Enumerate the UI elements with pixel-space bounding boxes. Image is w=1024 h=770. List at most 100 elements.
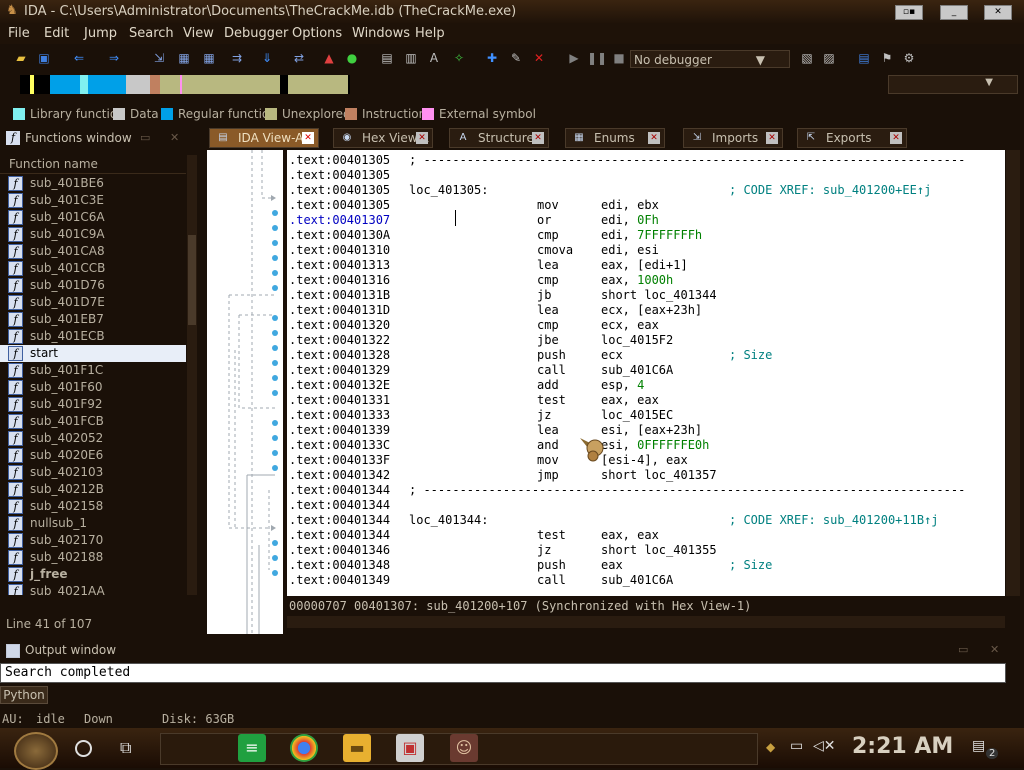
ida-taskbar-icon[interactable]: ▣ xyxy=(396,734,424,762)
string-icon[interactable]: A xyxy=(425,49,443,67)
disassembly-line[interactable]: .text:00401305 mov edi, ebx xyxy=(287,198,1005,213)
function-list-item[interactable]: f sub_401F60 xyxy=(0,379,186,396)
disassembly-line[interactable]: .text:0040133F mov [esi-4], eax xyxy=(287,453,1005,468)
attach-icon[interactable]: ▧ xyxy=(798,49,816,67)
disassembly-line[interactable]: .text:0040131B jb short loc_401344 xyxy=(287,288,1005,303)
disassembly-line[interactable]: .text:00401313 lea eax, [edi+1] xyxy=(287,258,1005,273)
xref-icon[interactable]: ⇄ xyxy=(290,49,308,67)
green-circle-icon[interactable]: ● xyxy=(343,49,361,67)
portrait-app-icon[interactable]: ☺ xyxy=(450,734,478,762)
close-icon[interactable]: ✕ xyxy=(890,132,902,144)
menu-edit[interactable]: Edit xyxy=(44,26,69,41)
search-binary-icon[interactable]: ▦ xyxy=(175,49,193,67)
cortana-icon[interactable] xyxy=(75,740,92,757)
code-icon[interactable]: ▤ xyxy=(378,49,396,67)
tab-structures[interactable]: A Structures ✕ xyxy=(449,128,549,148)
settings-icon[interactable]: ⚙ xyxy=(900,49,918,67)
disassembly-line[interactable]: .text:00401316 cmp eax, 1000h xyxy=(287,273,1005,288)
function-list-item[interactable]: f sub_40212B xyxy=(0,481,186,498)
float-icon[interactable]: ▭ xyxy=(958,643,968,656)
network-icon[interactable]: ▭ xyxy=(790,738,803,754)
disassembly-line[interactable]: .text:0040131D lea ecx, [eax+23h] xyxy=(287,303,1005,318)
tab-hex-view-1[interactable]: ◉ Hex View-1 ✕ xyxy=(333,128,433,148)
function-list-item[interactable]: f sub_401C3E xyxy=(0,192,186,209)
delete-icon[interactable]: ✕ xyxy=(530,49,548,67)
add-breakpoint-icon[interactable]: ✚ xyxy=(483,49,501,67)
function-list-item[interactable]: f sub_401D76 xyxy=(0,277,186,294)
functions-scrollbar[interactable] xyxy=(187,155,197,595)
python-button[interactable]: Python xyxy=(0,686,48,704)
function-list-item[interactable]: f sub_401F1C xyxy=(0,362,186,379)
volume-muted-icon[interactable]: ◁✕ xyxy=(813,738,836,754)
disassembly-line[interactable]: .text:00401346 jz short loc_401355 xyxy=(287,543,1005,558)
debugger-select[interactable]: No debugger ▼ xyxy=(630,50,790,68)
disassembly-line[interactable]: .text:00401349 call sub_401C6A xyxy=(287,573,1005,588)
function-list-item[interactable]: f sub_401D7E xyxy=(0,294,186,311)
function-list-item[interactable]: f sub_402103 xyxy=(0,464,186,481)
disassembly-view[interactable]: .text:00401305 ; ------------------------… xyxy=(287,150,1005,596)
jump-icon[interactable]: ⇲ xyxy=(150,49,168,67)
menu-view[interactable]: View xyxy=(183,26,214,41)
close-icon[interactable]: ✕ xyxy=(648,132,660,144)
minimize-button[interactable]: _ xyxy=(940,5,968,20)
back-arrow-icon[interactable]: ⇐ xyxy=(70,49,88,67)
stop-icon[interactable]: ■ xyxy=(610,49,628,67)
forward-arrow-icon[interactable]: ⇒ xyxy=(105,49,123,67)
close-icon[interactable]: ✕ xyxy=(532,132,544,144)
navigation-band[interactable] xyxy=(20,75,880,94)
open-icon[interactable]: ▰ xyxy=(12,49,30,67)
disassembly-line[interactable]: .text:00401344 ; ------------------------… xyxy=(287,483,1005,498)
disassembly-line[interactable]: .text:0040133C and esi, 0FFFFFFE0h xyxy=(287,438,1005,453)
tray-icon[interactable]: ◆ xyxy=(766,740,775,754)
disassembly-line[interactable]: .text:00401342 jmp short loc_401357 xyxy=(287,468,1005,483)
disassembly-line[interactable]: .text:00401305 xyxy=(287,168,1005,183)
disassembly-line[interactable]: .text:00401305 ; ------------------------… xyxy=(287,153,1005,168)
start-button[interactable] xyxy=(14,732,58,770)
pause-icon[interactable]: ❚❚ xyxy=(587,49,607,67)
menu-debugger[interactable]: Debugger xyxy=(224,26,288,41)
tab-exports[interactable]: ⇱ Exports ✕ xyxy=(797,128,907,148)
disassembly-line[interactable]: .text:00401339 lea esi, [eax+23h] xyxy=(287,423,1005,438)
title-extra-button[interactable]: ▫▪ xyxy=(895,5,923,20)
warning-icon[interactable]: ▲ xyxy=(320,49,338,67)
close-icon[interactable]: ✕ xyxy=(302,132,314,144)
chrome-icon[interactable] xyxy=(290,734,318,762)
task-view-icon[interactable]: ⧉ xyxy=(120,738,131,758)
function-list-item[interactable]: f sub_402052 xyxy=(0,430,186,447)
notification-icon[interactable]: ▤ xyxy=(972,738,985,754)
function-list-item[interactable]: f start xyxy=(0,345,186,362)
data-icon[interactable]: ▥ xyxy=(402,49,420,67)
disassembly-line[interactable]: .text:00401305 loc_401305: ; CODE XREF: su… xyxy=(287,183,1005,198)
search-next-icon[interactable]: ⇉ xyxy=(228,49,246,67)
save-icon[interactable]: ▣ xyxy=(35,49,53,67)
function-list-item[interactable]: f sub_402170 xyxy=(0,532,186,549)
help-icon[interactable]: ⚑ xyxy=(878,49,896,67)
menu-jump[interactable]: Jump xyxy=(84,26,117,41)
menu-search[interactable]: Search xyxy=(129,26,174,41)
detach-icon[interactable]: ▨ xyxy=(820,49,838,67)
function-list-item[interactable]: f sub_401CA8 xyxy=(0,243,186,260)
disassembly-hscrollbar[interactable] xyxy=(287,616,1005,628)
windows-list-icon[interactable]: ▤ xyxy=(855,49,873,67)
disassembly-line[interactable]: .text:00401331 test eax, eax xyxy=(287,393,1005,408)
close-button[interactable]: ✕ xyxy=(984,5,1012,20)
navigation-band-dropdown[interactable]: ▼ xyxy=(888,75,1018,94)
function-list-item[interactable]: f sub_401BE6 xyxy=(0,175,186,192)
file-explorer-icon[interactable]: ▬ xyxy=(343,734,371,762)
menu-windows[interactable]: Windows xyxy=(352,26,410,41)
jump-down-icon[interactable]: ⇓ xyxy=(258,49,276,67)
disassembly-line[interactable]: .text:00401320 cmp ecx, eax xyxy=(287,318,1005,333)
output-window-header[interactable]: Output window ▭ ✕ xyxy=(0,641,1024,661)
disassembly-line[interactable]: .text:00401344 test eax, eax xyxy=(287,528,1005,543)
function-list-item[interactable]: f j_free xyxy=(0,566,186,583)
clock[interactable]: 2:21 AM xyxy=(852,734,953,759)
menu-help[interactable]: Help xyxy=(415,26,445,41)
function-list-item[interactable]: f sub_401C6A xyxy=(0,209,186,226)
function-list-item[interactable]: f nullsub_1 xyxy=(0,515,186,532)
function-list-item[interactable]: f sub_401CCB xyxy=(0,260,186,277)
edit-icon[interactable]: ✎ xyxy=(507,49,525,67)
search-text-icon[interactable]: ▦ xyxy=(200,49,218,67)
function-list-item[interactable]: f sub_4021AA xyxy=(0,583,186,595)
disassembly-line[interactable]: .text:00401307 or edi, 0Fh xyxy=(287,213,1005,228)
function-list-item[interactable]: f sub_402188 xyxy=(0,549,186,566)
